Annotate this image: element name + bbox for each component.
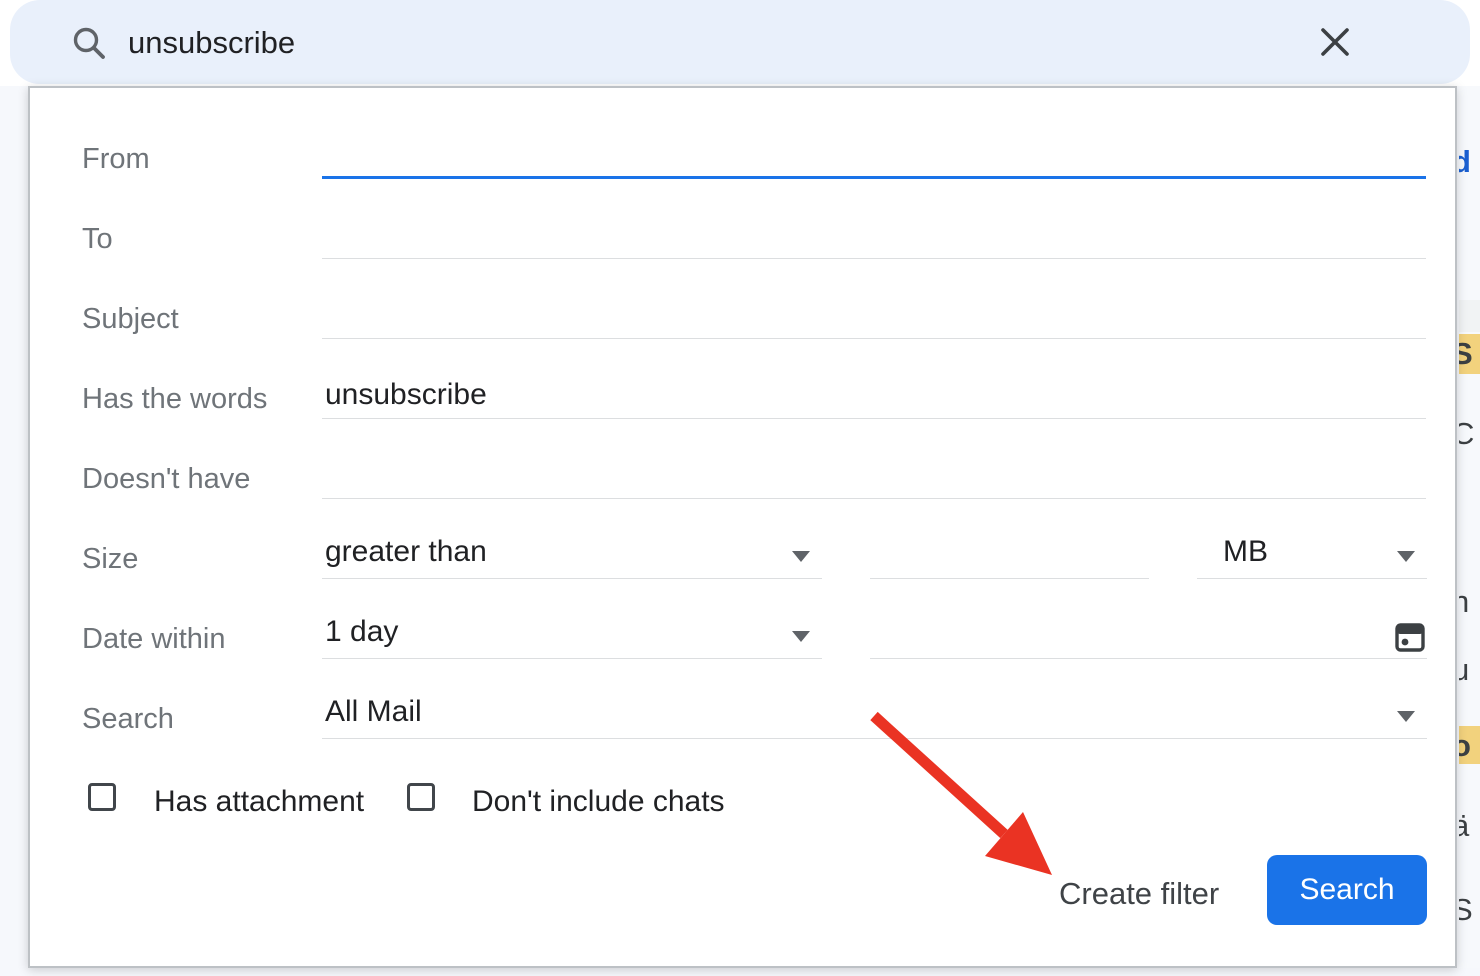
background-band [1459, 300, 1480, 332]
calendar-icon[interactable] [1394, 621, 1426, 653]
size-operator-value: greater than [325, 535, 487, 569]
date-range-select[interactable]: 1 day [322, 615, 822, 659]
dont-include-chats-label: Don't include chats [472, 785, 725, 819]
chevron-down-icon [1397, 711, 1415, 722]
has-attachment-label: Has attachment [154, 785, 364, 819]
size-operator-select[interactable]: greater than [322, 535, 822, 579]
search-icon [70, 24, 108, 67]
clipped-text-fragment: S [1459, 892, 1473, 928]
search-scope-value: All Mail [325, 695, 422, 729]
date-within-label: Date within [82, 623, 225, 656]
subject-input[interactable] [322, 295, 1426, 339]
clipped-text-fragment: o [1459, 728, 1471, 764]
chevron-down-icon [1397, 551, 1415, 562]
search-scope-label: Search [82, 703, 174, 736]
close-search-icon[interactable] [1311, 18, 1359, 66]
chevron-down-icon [792, 551, 810, 562]
to-label: To [82, 223, 113, 256]
date-input[interactable] [870, 615, 1427, 659]
chevron-down-icon [792, 631, 810, 642]
clipped-text-fragment: n [1459, 584, 1469, 620]
advanced-search-dialog: From To Subject Has the words Doesn't ha… [28, 86, 1457, 968]
search-button[interactable]: Search [1267, 855, 1427, 925]
size-amount-input[interactable] [870, 535, 1149, 579]
has-words-label: Has the words [82, 383, 267, 416]
clipped-text-fragment: d [1459, 144, 1471, 180]
doesnt-have-label: Doesn't have [82, 463, 250, 496]
search-scope-select[interactable]: All Mail [322, 695, 1427, 739]
from-label: From [82, 143, 150, 176]
doesnt-have-input[interactable] [322, 455, 1426, 499]
gmail-search-bar[interactable]: unsubscribe [10, 0, 1470, 84]
clipped-text-fragment: C [1459, 416, 1474, 452]
size-unit-value: MB [1223, 535, 1268, 569]
clipped-text-fragment: ä [1459, 808, 1469, 844]
dont-include-chats-checkbox[interactable] [407, 783, 435, 811]
clipped-text-fragment: u [1459, 652, 1469, 688]
background-email-list-strip: d S C ' n u o ä S [1459, 86, 1480, 968]
has-attachment-checkbox[interactable] [88, 783, 116, 811]
has-words-input[interactable] [322, 375, 1426, 419]
create-filter-button[interactable]: Create filter [1059, 876, 1219, 912]
subject-label: Subject [82, 303, 179, 336]
clipped-text-fragment: S [1459, 336, 1473, 372]
from-input[interactable] [322, 135, 1426, 179]
search-query-text[interactable]: unsubscribe [128, 25, 295, 61]
date-range-value: 1 day [325, 615, 398, 649]
to-input[interactable] [322, 215, 1426, 259]
size-label: Size [82, 543, 138, 576]
size-unit-select[interactable]: MB [1197, 535, 1427, 579]
